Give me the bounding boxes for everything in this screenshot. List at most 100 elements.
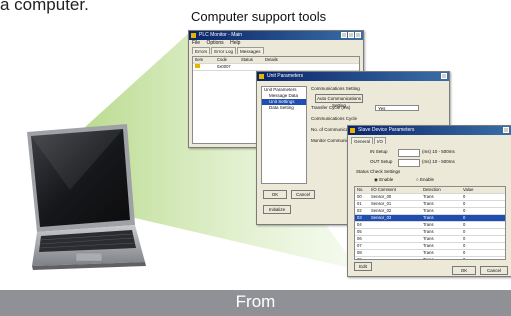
table-cell: 09 xyxy=(357,257,362,260)
table-row[interactable]: 02 Sensor_02 Trans 0 xyxy=(355,208,505,215)
parameter-tree: Unit Parameters Message Data Unit Settin… xyxy=(261,86,307,184)
table-cell xyxy=(371,236,423,242)
warning-icon xyxy=(195,64,200,68)
laptop-touchpad xyxy=(75,252,103,262)
initialize-button[interactable]: Initialize xyxy=(263,205,291,214)
minimize-icon[interactable] xyxy=(341,32,347,38)
close-icon[interactable] xyxy=(503,127,509,133)
table-cell xyxy=(371,250,423,256)
table-cell: Trans xyxy=(423,215,434,220)
tab-errors[interactable]: Errors xyxy=(192,47,211,54)
col-detection[interactable]: Detection xyxy=(423,187,463,193)
in-setup-input[interactable] xyxy=(398,149,420,157)
table-cell: Sensor_01 xyxy=(371,201,392,206)
table-cell: Trans xyxy=(423,201,434,206)
table-cell: 07 xyxy=(357,243,362,248)
table-cell: Trans xyxy=(423,222,434,227)
tab-error-log[interactable]: Error Log xyxy=(211,47,237,54)
cancel-button[interactable]: Cancel xyxy=(480,266,508,275)
table-cell: 0 xyxy=(463,236,466,241)
table-cell: 0 xyxy=(463,229,466,234)
radio-enable[interactable]: ◉ Enable xyxy=(374,177,393,183)
table-cell: 06 xyxy=(357,236,362,241)
col-value[interactable]: Value xyxy=(463,187,493,193)
table-cell xyxy=(371,257,423,259)
table-row[interactable]: 04 Trans 0 xyxy=(355,222,505,229)
table-row[interactable]: 0x0007 xyxy=(193,64,359,71)
table-cell xyxy=(371,229,423,235)
out-setup-input[interactable] xyxy=(398,159,420,167)
tab-messages[interactable]: Messages xyxy=(237,47,264,54)
tree-item[interactable]: Data Setting xyxy=(262,105,306,111)
window-title: Slave Device Parameters xyxy=(358,127,415,133)
label: Communications Setting xyxy=(311,86,360,91)
table-cell xyxy=(371,243,423,249)
table-row[interactable]: 01 Sensor_01 Trans 0 xyxy=(355,201,505,208)
field-label: IN Setup xyxy=(370,149,388,154)
field-label: OUT Setup xyxy=(370,159,393,164)
table-cell: 08 xyxy=(357,250,362,255)
table-row[interactable]: 08 Trans 0 xyxy=(355,250,505,257)
table-cell: 05 xyxy=(357,229,362,234)
radio-group-label: Status Check Settings xyxy=(356,169,401,174)
close-icon[interactable] xyxy=(441,73,447,79)
table-cell: 0 xyxy=(463,250,466,255)
ok-button[interactable]: OK xyxy=(452,266,476,275)
window-title: PLC Monitor - Main xyxy=(199,32,243,38)
table-cell: 0 xyxy=(463,208,466,213)
table-cell: 01 xyxy=(357,201,362,206)
tab-general[interactable]: General xyxy=(351,137,374,144)
auto-communications-button[interactable]: Auto Communications Setting xyxy=(315,94,363,108)
app-icon xyxy=(350,128,355,133)
table-cell: 0 xyxy=(463,257,466,260)
table-cell: Sensor_00 xyxy=(371,194,392,199)
label: Communications Cycle xyxy=(311,116,358,121)
bottom-bar-label: From xyxy=(235,292,276,311)
table-cell: Sensor_03 xyxy=(371,215,392,220)
table-row[interactable]: 05 Trans 0 xyxy=(355,229,505,236)
table-cell: 0 xyxy=(463,215,466,220)
menu-help[interactable]: Help xyxy=(230,40,240,46)
table-cell: Trans xyxy=(423,236,434,241)
col-status[interactable]: Status xyxy=(241,57,265,63)
table-row[interactable]: 07 Trans 0 xyxy=(355,243,505,250)
bottom-button[interactable]: OK xyxy=(263,190,287,199)
table-cell: 0 xyxy=(463,194,466,199)
transfer-cycle-select[interactable]: Yes xyxy=(375,105,419,111)
table-cell: 02 xyxy=(357,208,362,213)
edit-button[interactable]: Edit xyxy=(354,262,372,271)
table-row[interactable]: 09 Trans 0 xyxy=(355,257,505,260)
io-grid-body: 00 Sensor_00 Trans 0 01 Sensor_01 Trans 0 02 Sens… xyxy=(355,194,505,260)
col-comment[interactable]: I/O Comment xyxy=(371,187,423,193)
table-cell xyxy=(371,222,423,228)
field-note: (ms) 10 - 500ms xyxy=(422,159,455,164)
label: Transfer Cycle (ms) xyxy=(311,105,351,110)
table-row-selected[interactable]: 03 Sensor_03 Trans 0 xyxy=(355,215,505,222)
table-cell: 00 xyxy=(357,194,362,199)
io-grid: No. I/O Comment Detection Value 00 Sensor… xyxy=(354,186,506,260)
table-cell: 0 xyxy=(463,222,466,227)
maximize-icon[interactable] xyxy=(348,32,354,38)
col-no[interactable]: No. xyxy=(355,187,371,193)
close-icon[interactable] xyxy=(355,32,361,38)
table-row[interactable]: 06 Trans 0 xyxy=(355,236,505,243)
col-code[interactable]: Code xyxy=(217,57,241,63)
tab-io[interactable]: I/O xyxy=(374,137,387,144)
app-icon xyxy=(191,33,196,38)
table-row[interactable]: 00 Sensor_00 Trans 0 xyxy=(355,194,505,201)
table-cell: Trans xyxy=(423,243,434,248)
app-icon xyxy=(259,74,264,79)
radio-enable[interactable]: ○ Enable xyxy=(416,177,434,183)
col-details[interactable]: Details xyxy=(265,57,305,63)
menu-options[interactable]: Options xyxy=(206,40,223,46)
col-item[interactable]: Item xyxy=(193,57,217,63)
table-cell: Trans xyxy=(423,194,434,199)
bottom-button[interactable]: Cancel xyxy=(291,190,315,199)
table-cell: 04 xyxy=(357,222,362,227)
window-title: Unit Parameters xyxy=(267,73,304,79)
table-cell: Trans xyxy=(423,250,434,255)
table-cell: 0 xyxy=(463,201,466,206)
table-cell: Trans xyxy=(423,229,434,234)
table-cell: Trans xyxy=(423,208,434,213)
menu-file[interactable]: File xyxy=(192,40,200,46)
